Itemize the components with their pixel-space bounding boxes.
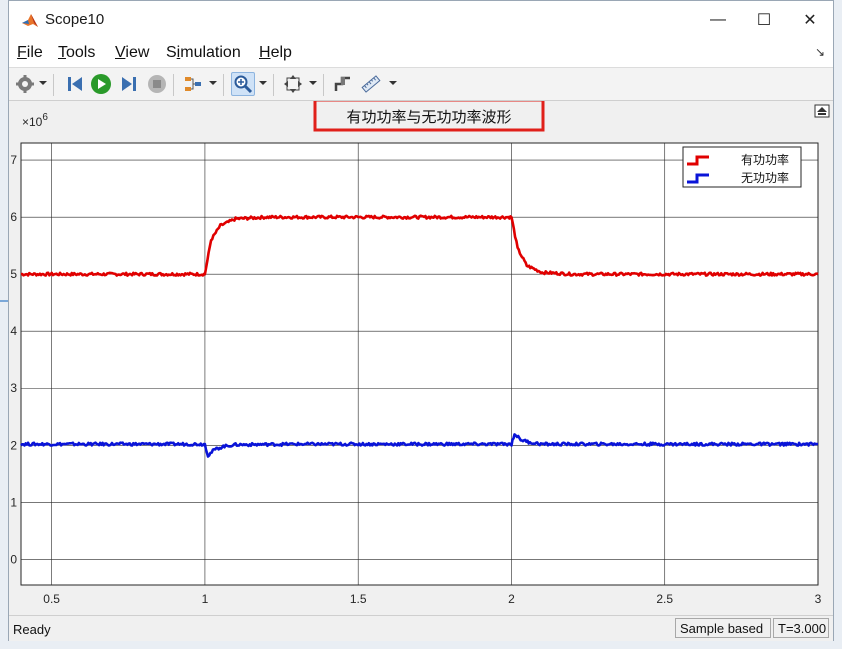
simulation-time: T=3.000	[773, 618, 829, 638]
scope-chart[interactable]: 0.5 1 1.5 2 2.5 3 0 1 2 3 4 5 6 7 ×106 有功功率与无功功率波形 有功…	[9, 98, 833, 615]
y-axis-multiplier: ×106	[22, 112, 48, 129]
chevron-down-icon[interactable]	[309, 81, 317, 85]
plot-area: 0.5 1 1.5 2 2.5 3 0 1 2 3 4 5 6 7 ×106 有功功率与无功功率波形 有功…	[9, 98, 833, 615]
status-bar: Ready Sample based T=3.000	[9, 615, 833, 641]
menu-help[interactable]: Help	[259, 44, 292, 62]
ruler-icon[interactable]	[359, 72, 383, 96]
cursor-measure-icon[interactable]	[331, 72, 355, 96]
y-tick-label: 1	[10, 495, 17, 509]
toolbar-divider	[173, 74, 174, 96]
menu-view[interactable]: View	[115, 44, 149, 62]
close-button[interactable]: ✕	[787, 1, 833, 39]
chevron-down-icon[interactable]	[389, 81, 397, 85]
chevron-down-icon[interactable]	[39, 81, 47, 85]
status-text: Ready	[13, 622, 51, 637]
legend[interactable]: 有功功率 无功功率	[682, 146, 802, 188]
matlab-logo-icon	[22, 14, 38, 27]
chart-title: 有功功率与无功功率波形	[346, 109, 511, 126]
chevron-down-icon[interactable]	[209, 81, 217, 85]
menu-simulation[interactable]: Simulation	[166, 44, 241, 62]
restore-axes-icon[interactable]	[814, 104, 830, 118]
y-tick-label: 0	[10, 552, 17, 566]
menu-tools[interactable]: Tools	[58, 44, 95, 62]
chevron-down-icon[interactable]	[259, 81, 267, 85]
sample-mode: Sample based	[675, 618, 771, 638]
toolbar	[9, 67, 833, 101]
maximize-button[interactable]: ☐	[741, 1, 787, 39]
toolbar-divider	[323, 74, 324, 96]
axes-background	[20, 142, 819, 586]
zoom-icon[interactable]	[231, 72, 255, 96]
fit-view-icon[interactable]	[281, 72, 305, 96]
y-tick-label: 3	[10, 381, 17, 395]
run-icon[interactable]	[89, 72, 113, 96]
close-icon: ✕	[803, 12, 817, 29]
x-tick-label: 0.5	[43, 592, 60, 606]
x-tick-label: 2	[508, 592, 515, 606]
title-bar[interactable]: Scope10 — ☐ ✕	[9, 1, 833, 39]
y-tick-label: 6	[10, 210, 17, 224]
step-forward-icon[interactable]	[117, 72, 141, 96]
scope-window: Scope10 — ☐ ✕ File Tools View Simulation…	[8, 0, 834, 641]
maximize-icon: ☐	[756, 12, 772, 29]
x-tick-label: 2.5	[656, 592, 673, 606]
minimize-icon: —	[710, 11, 726, 28]
signal-select-icon[interactable]	[181, 72, 205, 96]
gear-icon[interactable]	[13, 72, 37, 96]
legend-label-active-power: 有功功率	[741, 152, 789, 167]
toolbar-divider	[273, 74, 274, 96]
legend-label-reactive-power: 无功功率	[741, 170, 789, 185]
menu-bar: File Tools View Simulation Help ↘	[9, 39, 833, 67]
stop-icon[interactable]	[145, 72, 169, 96]
x-tick-label: 1.5	[350, 592, 367, 606]
window-title: Scope10	[45, 11, 105, 28]
x-tick-label: 1	[202, 592, 209, 606]
toolbar-divider	[223, 74, 224, 96]
step-back-icon[interactable]	[63, 72, 87, 96]
x-tick-label: 3	[815, 592, 822, 606]
y-tick-label: 2	[10, 438, 17, 452]
menu-file[interactable]: File	[17, 44, 43, 62]
y-tick-label: 5	[10, 267, 17, 281]
undock-icon[interactable]: ↘	[815, 45, 825, 59]
minimize-button[interactable]: —	[695, 1, 741, 39]
y-tick-label: 4	[10, 324, 17, 338]
toolbar-divider	[53, 74, 54, 96]
y-tick-label: 7	[10, 153, 17, 167]
